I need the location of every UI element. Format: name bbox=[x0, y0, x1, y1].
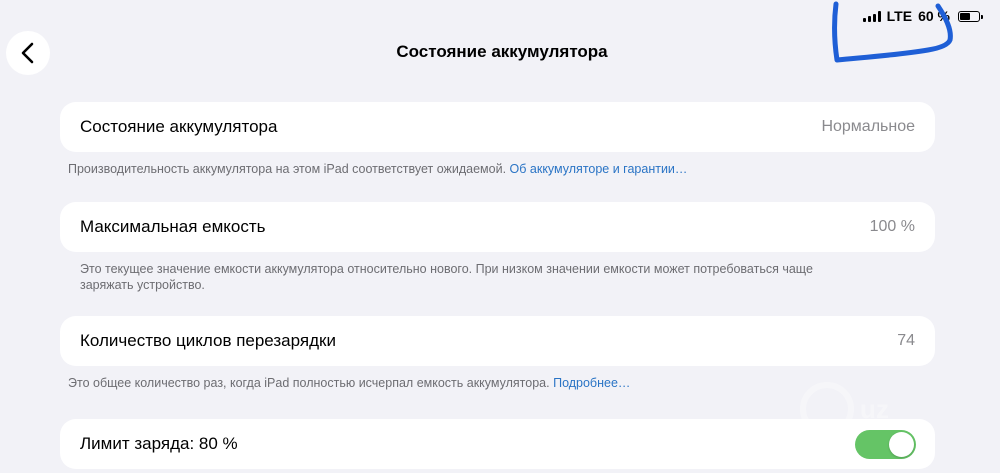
charge-limit-label: Лимит заряда: 80 % bbox=[80, 434, 238, 453]
max-capacity-row: Максимальная емкость 100 % bbox=[60, 202, 935, 252]
battery-health-footnote: Производительность аккумулятора на этом … bbox=[68, 161, 687, 177]
max-capacity-label: Максимальная емкость bbox=[80, 217, 266, 236]
battery-percent: 60 % bbox=[918, 8, 950, 24]
battery-health-footnote-text: Производительность аккумулятора на этом … bbox=[68, 162, 507, 176]
charge-limit-row: Лимит заряда: 80 % bbox=[60, 419, 935, 469]
max-capacity-footnote-line2: заряжать устройство. bbox=[80, 278, 205, 292]
cellular-signal-icon bbox=[862, 10, 881, 22]
battery-icon bbox=[958, 10, 983, 22]
max-capacity-footnote: Это текущее значение емкости аккумулятор… bbox=[80, 261, 813, 293]
battery-warranty-link[interactable]: Об аккумуляторе и гарантии… bbox=[510, 162, 688, 176]
cycle-count-footnote-text: Это общее количество раз, когда iPad пол… bbox=[68, 376, 550, 390]
cycle-count-label: Количество циклов перезарядки bbox=[80, 331, 336, 350]
max-capacity-footnote-line1: Это текущее значение емкости аккумулятор… bbox=[80, 262, 813, 276]
battery-health-label: Состояние аккумулятора bbox=[80, 117, 278, 136]
toggle-knob bbox=[889, 432, 914, 457]
cycle-count-value: 74 bbox=[897, 332, 915, 349]
cycle-count-footnote: Это общее количество раз, когда iPad пол… bbox=[68, 375, 630, 391]
network-type: LTE bbox=[886, 8, 913, 24]
charge-limit-toggle[interactable] bbox=[855, 430, 916, 459]
page-title: Состояние аккумулятора bbox=[396, 42, 608, 61]
status-bar: LTE 60 % bbox=[862, 6, 983, 26]
battery-health-value: Нормальное bbox=[821, 118, 915, 135]
max-capacity-value: 100 % bbox=[869, 218, 915, 235]
cycle-count-row: Количество циклов перезарядки 74 bbox=[60, 316, 935, 366]
battery-health-row: Состояние аккумулятора Нормальное bbox=[60, 102, 935, 152]
cycle-count-more-link[interactable]: Подробнее… bbox=[553, 376, 630, 390]
